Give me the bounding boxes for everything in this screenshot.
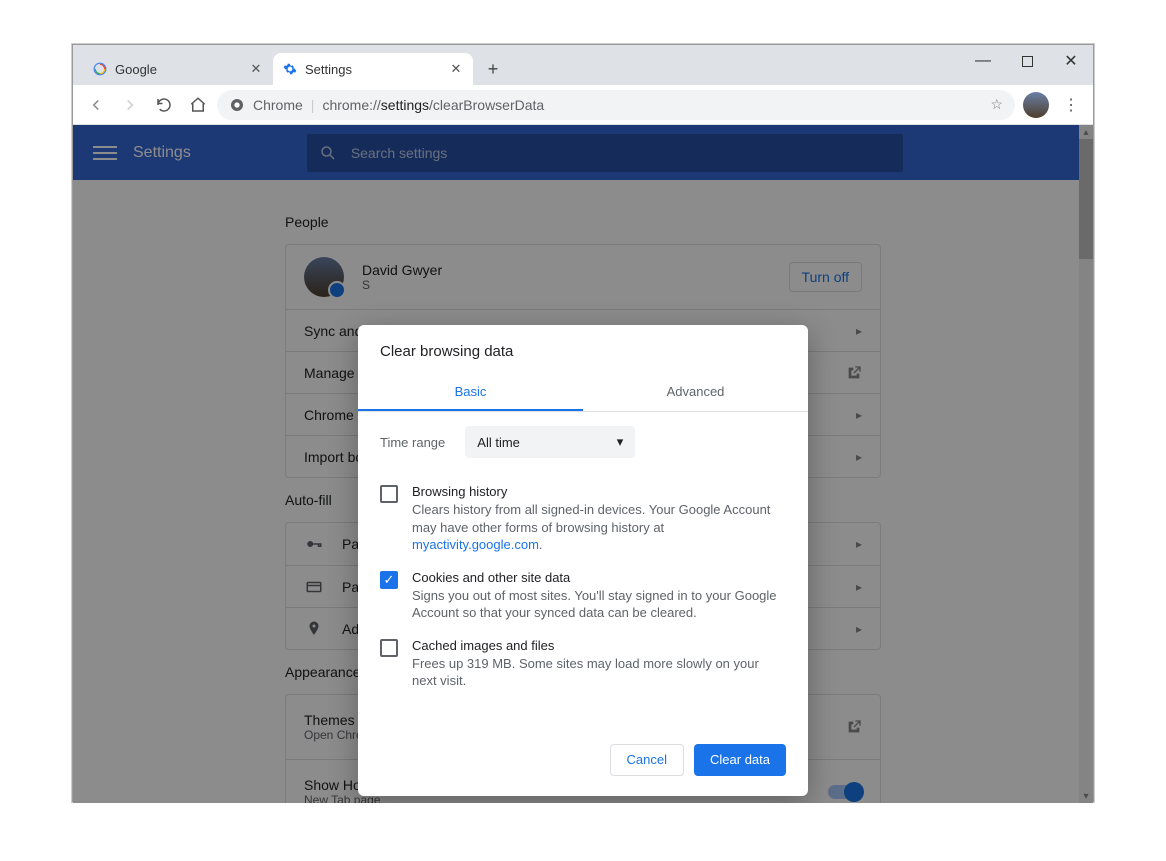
toolbar: Chrome | chrome://settings/clearBrowserD… (73, 85, 1093, 125)
reload-button[interactable] (149, 90, 179, 120)
option-title: Cookies and other site data (412, 570, 786, 585)
close-window-button[interactable]: ✕ (1049, 45, 1093, 77)
option-title: Cached images and files (412, 638, 786, 653)
option-title: Browsing history (412, 484, 786, 499)
star-icon[interactable]: ☆ (990, 96, 1003, 113)
dialog-title: Clear browsing data (358, 325, 808, 374)
menu-button[interactable]: ⋮ (1057, 91, 1085, 119)
option-cache: Cached images and files Frees up 319 MB.… (380, 630, 786, 698)
new-tab-button[interactable]: + (479, 55, 507, 83)
time-range-label: Time range (380, 435, 445, 450)
content-area: Settings Search settings People David Gw… (73, 125, 1093, 803)
tab-title: Google (115, 62, 157, 77)
checkbox-cookies[interactable]: ✓ (380, 571, 398, 589)
url-bold: settings (381, 97, 429, 113)
google-icon (93, 62, 107, 76)
clear-data-button[interactable]: Clear data (694, 744, 786, 776)
chrome-icon (229, 97, 245, 113)
window-controls: — ✕ (961, 45, 1093, 77)
dialog-tabs: Basic Advanced (358, 374, 808, 412)
tab-settings[interactable]: Settings ✕ (273, 53, 473, 85)
option-desc: Frees up 319 MB. Some sites may load mor… (412, 655, 786, 690)
chevron-down-icon: ▾ (617, 434, 624, 450)
checkbox-browsing-history[interactable] (380, 485, 398, 503)
browser-window: Google ✕ Settings ✕ + — ✕ Chrome | chrom… (72, 44, 1094, 802)
minimize-button[interactable]: — (961, 45, 1005, 77)
tab-google[interactable]: Google ✕ (83, 53, 273, 85)
cancel-button[interactable]: Cancel (610, 744, 684, 776)
option-desc: Signs you out of most sites. You'll stay… (412, 587, 786, 622)
time-range-select[interactable]: All time ▾ (465, 426, 635, 458)
tab-title: Settings (305, 62, 352, 77)
time-range-value: All time (477, 435, 520, 450)
omnibox[interactable]: Chrome | chrome://settings/clearBrowserD… (217, 90, 1015, 120)
tab-basic[interactable]: Basic (358, 374, 583, 411)
clear-browsing-data-dialog: Clear browsing data Basic Advanced Time … (358, 325, 808, 796)
forward-button[interactable] (115, 90, 145, 120)
url-prefix: chrome:// (322, 97, 380, 113)
close-icon[interactable]: ✕ (249, 62, 263, 76)
tab-strip: Google ✕ Settings ✕ + — ✕ (73, 45, 1093, 85)
option-cookies: ✓ Cookies and other site data Signs you … (380, 562, 786, 630)
close-icon[interactable]: ✕ (449, 62, 463, 76)
tab-advanced[interactable]: Advanced (583, 374, 808, 411)
gear-icon (283, 62, 297, 76)
omnibox-security: Chrome (253, 97, 303, 113)
maximize-button[interactable] (1005, 45, 1049, 77)
option-browsing-history: Browsing history Clears history from all… (380, 476, 786, 562)
url-rest: /clearBrowserData (429, 97, 544, 113)
home-button[interactable] (183, 90, 213, 120)
checkbox-cache[interactable] (380, 639, 398, 657)
option-desc: Clears history from all signed-in device… (412, 501, 786, 554)
profile-avatar[interactable] (1023, 92, 1049, 118)
myactivity-link[interactable]: myactivity.google.com (412, 537, 539, 552)
back-button[interactable] (81, 90, 111, 120)
